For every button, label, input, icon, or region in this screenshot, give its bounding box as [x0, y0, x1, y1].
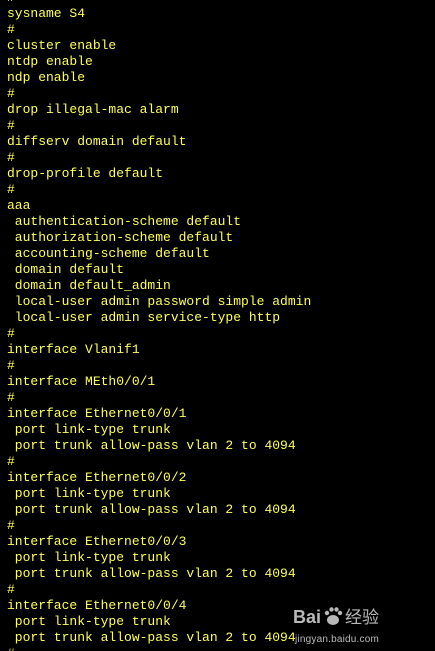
config-line: local-user admin password simple admin — [7, 294, 312, 309]
config-line: port trunk allow-pass vlan 2 to 4094 — [7, 566, 296, 581]
config-line: port trunk allow-pass vlan 2 to 4094 — [7, 630, 296, 645]
config-line: interface Vlanif1 — [7, 342, 140, 357]
config-separator-line: # — [7, 326, 15, 341]
config-line: domain default_admin — [7, 278, 171, 293]
config-separator-line: # — [7, 22, 15, 37]
config-separator-line: # — [7, 582, 15, 597]
config-line: accounting-scheme default — [7, 246, 210, 261]
config-line: interface Ethernet0/0/4 — [7, 598, 187, 613]
config-line: ntdp enable — [7, 54, 93, 69]
config-line: interface Ethernet0/0/3 — [7, 534, 187, 549]
config-line: sysname S4 — [7, 6, 86, 21]
config-separator-line: # — [7, 390, 15, 405]
baidu-paw-icon — [324, 607, 343, 625]
config-separator-line: # — [7, 454, 15, 469]
config-line: authorization-scheme default — [7, 230, 234, 245]
terminal-output: #sysname S4#cluster enablentdp enablendp… — [7, 0, 311, 651]
config-line: local-user admin service-type http — [7, 310, 281, 325]
config-separator-line: # — [7, 118, 15, 133]
config-line: domain default — [7, 262, 125, 277]
config-separator-line: # — [7, 86, 15, 101]
config-line: drop-profile default — [7, 166, 164, 181]
config-line: port link-type trunk — [7, 422, 171, 437]
config-line: port trunk allow-pass vlan 2 to 4094 — [7, 438, 296, 453]
config-line: port link-type trunk — [7, 486, 171, 501]
config-line: diffserv domain default — [7, 134, 187, 149]
baidu-logo: Bai 经验 — [293, 607, 379, 628]
svg-text:Bai: Bai — [293, 607, 321, 627]
config-line: aaa — [7, 198, 31, 213]
watermark-url: jingyan.baidu.com — [295, 634, 380, 645]
config-line: interface MEth0/0/1 — [7, 374, 156, 389]
config-line: port trunk allow-pass vlan 2 to 4094 — [7, 502, 296, 517]
config-line: port link-type trunk — [7, 614, 171, 629]
config-line: authentication-scheme default — [7, 214, 242, 229]
terminal-window[interactable]: #sysname S4#cluster enablentdp enablendp… — [0, 0, 435, 651]
config-line: cluster enable — [7, 38, 117, 53]
config-separator-line: # — [7, 150, 15, 165]
baidu-jingyan-watermark: Bai 经验 jingyan.baidu.com — [293, 603, 411, 645]
config-separator-line: # — [7, 182, 15, 197]
config-line: interface Ethernet0/0/1 — [7, 406, 187, 421]
svg-text:经验: 经验 — [345, 608, 379, 628]
config-separator-line: # — [7, 518, 15, 533]
config-line: ndp enable — [7, 70, 86, 85]
config-line: drop illegal-mac alarm — [7, 102, 179, 117]
config-separator-line: # — [7, 358, 15, 373]
config-separator-line: # — [7, 646, 311, 651]
config-line: port link-type trunk — [7, 550, 171, 565]
config-line: interface Ethernet0/0/2 — [7, 470, 187, 485]
